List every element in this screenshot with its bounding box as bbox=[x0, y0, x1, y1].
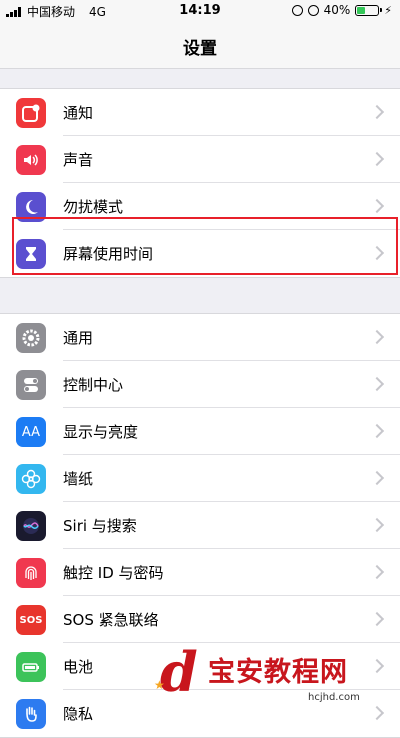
settings-row-notifications[interactable]: 通知 bbox=[0, 89, 400, 136]
fingerprint-icon bbox=[16, 558, 46, 588]
settings-row-wallpaper[interactable]: 墙纸 bbox=[0, 455, 400, 502]
star-icon: ★ bbox=[154, 678, 165, 692]
settings-row-siri[interactable]: Siri 与搜索 bbox=[0, 502, 400, 549]
settings-row-display[interactable]: AA 显示与亮度 bbox=[0, 408, 400, 455]
chevron-right-icon bbox=[369, 104, 385, 120]
settings-row-sound[interactable]: 声音 bbox=[0, 136, 400, 183]
alarm-icon bbox=[307, 4, 319, 16]
chevron-right-icon bbox=[369, 470, 385, 486]
siri-icon bbox=[16, 511, 46, 541]
highlight-box bbox=[12, 217, 398, 275]
status-right: 40% ⚡ bbox=[291, 3, 392, 17]
flower-icon bbox=[16, 464, 46, 494]
row-label: 墙纸 bbox=[63, 470, 94, 488]
battery-icon bbox=[355, 4, 383, 16]
row-label: SOS 紧急联络 bbox=[63, 611, 159, 629]
row-label: 声音 bbox=[63, 151, 94, 169]
settings-row-control-center[interactable]: 控制中心 bbox=[0, 361, 400, 408]
settings-row-touch-id[interactable]: 触控 ID 与密码 bbox=[0, 549, 400, 596]
battery-percent: 40% bbox=[323, 3, 351, 17]
watermark-text: 宝安教程网 bbox=[208, 657, 348, 688]
row-label: 控制中心 bbox=[63, 376, 124, 394]
settings-row-sos[interactable]: SOS SOS 紧急联络 bbox=[0, 596, 400, 643]
chevron-right-icon bbox=[369, 517, 385, 533]
row-label: 触控 ID 与密码 bbox=[63, 564, 164, 582]
chevron-right-icon bbox=[369, 611, 385, 627]
row-label: 电池 bbox=[63, 658, 94, 676]
sound-icon bbox=[16, 145, 46, 175]
chevron-right-icon bbox=[369, 564, 385, 580]
chevron-right-icon bbox=[369, 423, 385, 439]
chevron-right-icon bbox=[369, 198, 385, 214]
display-brightness-icon: AA bbox=[16, 417, 46, 447]
chevron-right-icon bbox=[369, 151, 385, 167]
chevron-right-icon bbox=[369, 376, 385, 392]
row-label: 隐私 bbox=[63, 705, 94, 723]
rotation-lock-icon bbox=[291, 4, 303, 16]
watermark-url: hcjhd.com bbox=[308, 692, 360, 703]
row-label: Siri 与搜索 bbox=[63, 517, 137, 535]
sos-icon: SOS bbox=[16, 605, 46, 635]
navigation-bar: 设置 bbox=[0, 22, 400, 69]
hand-icon bbox=[16, 699, 46, 729]
row-label: 通用 bbox=[63, 329, 94, 347]
charging-icon: ⚡ bbox=[384, 3, 392, 17]
status-bar: 中国移动 4G 14:19 40% ⚡ bbox=[0, 0, 400, 22]
battery-icon bbox=[16, 652, 46, 682]
settings-row-general[interactable]: 通用 bbox=[0, 314, 400, 361]
gear-icon bbox=[16, 323, 46, 353]
watermark-logo: d bbox=[160, 640, 198, 704]
row-label: 勿扰模式 bbox=[63, 198, 124, 216]
row-label: 显示与亮度 bbox=[63, 423, 139, 441]
notification-icon bbox=[16, 98, 46, 128]
chevron-right-icon bbox=[369, 329, 385, 345]
watermark: d ★ 宝安教程网 hcjhd.com bbox=[150, 640, 400, 711]
toggles-icon bbox=[16, 370, 46, 400]
row-label: 通知 bbox=[63, 104, 94, 122]
page-title: 设置 bbox=[183, 39, 217, 59]
